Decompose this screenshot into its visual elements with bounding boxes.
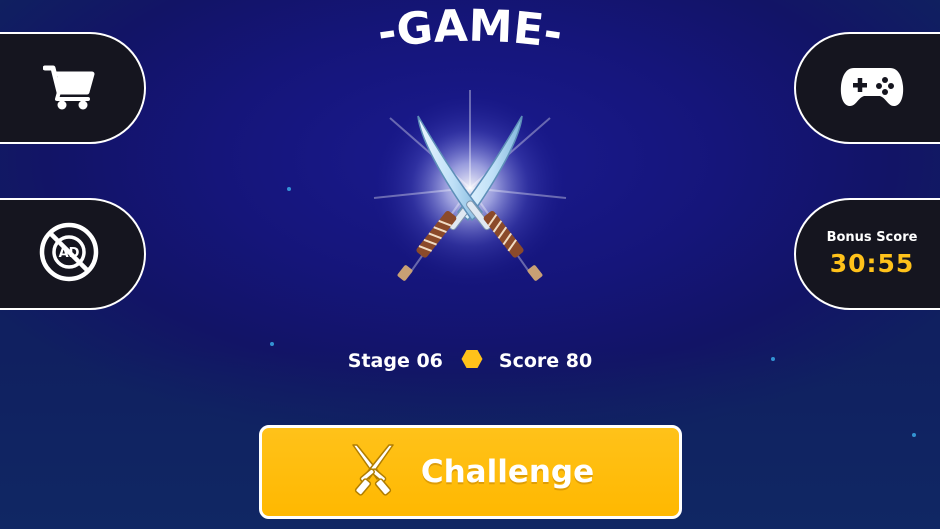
- stage-score-row: Stage 06 Score 80: [0, 346, 940, 376]
- no-ads-icon: AD: [38, 221, 100, 287]
- hexagon-separator-icon: [461, 349, 483, 374]
- game-title: -GAME-: [340, 0, 600, 64]
- score-label: Score 80: [498, 350, 593, 372]
- gamepad-icon: [840, 64, 904, 112]
- game-title-text: -GAME-: [374, 1, 565, 60]
- stage-label: Stage 06: [347, 350, 443, 372]
- games-button[interactable]: [794, 32, 940, 144]
- shop-button[interactable]: [0, 32, 146, 144]
- crossed-swords-emblem: [370, 88, 570, 318]
- challenge-button-label: Challenge: [420, 454, 595, 490]
- shopping-cart-icon: [42, 62, 95, 114]
- crossed-swords-icon: [347, 443, 399, 501]
- no-ads-button[interactable]: AD: [0, 198, 146, 310]
- star: [287, 187, 291, 191]
- bonus-score-label: Bonus Score: [826, 230, 918, 245]
- bonus-score-timer: 30:55: [829, 249, 915, 278]
- star: [912, 433, 916, 437]
- challenge-button[interactable]: Challenge: [259, 425, 682, 519]
- bonus-score-panel[interactable]: Bonus Score 30:55: [794, 198, 940, 310]
- no-ads-label: AD: [59, 246, 80, 261]
- bonus-score-box: Bonus Score 30:55: [804, 230, 940, 278]
- svg-text:-GAME-: -GAME-: [374, 1, 565, 60]
